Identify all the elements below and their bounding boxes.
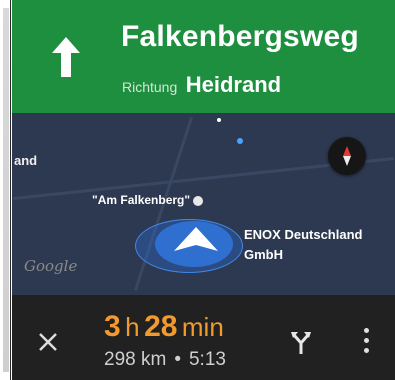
separator-dot: • xyxy=(174,349,181,370)
street-name: Falkenbergsweg xyxy=(121,20,359,53)
trip-summary-bar: 3 h 28 min 298 km • 5:13 xyxy=(12,295,395,380)
direction-label: Richtung xyxy=(122,79,178,95)
business-name-line1: ENOX Deutschland xyxy=(244,227,363,242)
remaining-duration: 3 h 28 min xyxy=(104,310,224,344)
bus-stop-icon xyxy=(193,195,204,206)
trip-details: 298 km • 5:13 xyxy=(104,349,226,371)
close-icon[interactable] xyxy=(37,331,59,353)
arrival-time: 5:13 xyxy=(188,349,226,370)
more-vertical-icon[interactable] xyxy=(362,328,370,356)
map-marker-blue xyxy=(237,138,243,144)
duration-minutes: 28 xyxy=(144,310,178,343)
google-logo: Google xyxy=(24,257,78,275)
business-label[interactable]: ENOX Deutschland GmbH xyxy=(244,225,362,265)
map-marker-dot xyxy=(217,118,221,122)
compass-icon xyxy=(343,146,351,166)
compass-button[interactable] xyxy=(328,137,366,175)
duration-hours: 3 xyxy=(104,310,121,343)
navigation-arrow-icon xyxy=(174,227,218,251)
arrow-up-icon xyxy=(52,37,80,77)
map-view[interactable]: and "Am Falkenberg" ENOX Deutschland Gmb… xyxy=(12,113,395,295)
business-name-line2: GmbH xyxy=(244,247,283,262)
minutes-unit: min xyxy=(181,312,224,342)
direction-target: Heidrand xyxy=(185,72,282,97)
left-window-edge xyxy=(0,0,11,380)
direction-row: Richtung Heidrand xyxy=(122,72,281,98)
poi-name: "Am Falkenberg" xyxy=(92,193,191,207)
poi-label[interactable]: "Am Falkenberg" xyxy=(92,193,204,207)
map-place-label: and xyxy=(14,153,38,168)
hours-unit: h xyxy=(125,312,140,342)
alternate-routes-icon[interactable] xyxy=(290,330,312,354)
navigation-instruction-header: Falkenbergsweg Richtung Heidrand xyxy=(12,0,395,113)
edge-strip xyxy=(3,8,9,372)
remaining-distance: 298 km xyxy=(104,349,167,370)
